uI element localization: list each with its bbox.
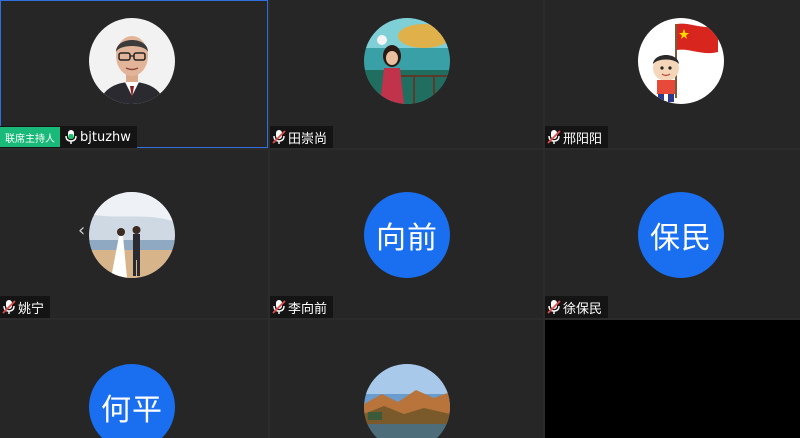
participant-name: 李向前 (288, 301, 328, 317)
woman-by-sea-photo (364, 18, 450, 104)
participant-avatar (364, 364, 450, 438)
participant-namebar: 联席主持人 bjtuzhw (0, 126, 137, 148)
participant-tile-xing[interactable]: 邢阳阳 (545, 0, 800, 148)
participant-avatar (89, 18, 175, 104)
mic-muted-icon (547, 130, 561, 144)
participant-tile-bjtuzhw[interactable]: 联席主持人 bjtuzhw (0, 0, 268, 148)
mic-active-icon (65, 130, 77, 144)
participant-namebar: 姚宁 (0, 296, 51, 318)
mic-muted-icon (272, 130, 286, 144)
participant-name: 邢阳阳 (563, 131, 603, 147)
empty-video-slot (545, 320, 800, 438)
participant-tile-landscape[interactable] (270, 320, 543, 438)
participant-tile-he[interactable]: 何平 (0, 320, 268, 438)
co-host-badge: 联席主持人 (0, 127, 60, 147)
participant-namebar: 田崇尚 (270, 126, 334, 148)
participant-namebar: 徐保民 (545, 296, 609, 318)
participant-avatar (364, 18, 450, 104)
autumn-landscape-photo (364, 364, 450, 438)
participant-name: bjtuzhw (80, 129, 131, 145)
participant-tile-tian[interactable]: 田崇尚 (270, 0, 543, 148)
man-glasses-photo (89, 18, 175, 104)
participant-name: 姚宁 (18, 301, 45, 317)
chevron-left-icon[interactable]: ‹ (78, 220, 85, 241)
participant-name: 徐保民 (563, 301, 603, 317)
participant-tile-li[interactable]: 向前 李向前 (270, 150, 543, 318)
participant-avatar-initials: 向前 (364, 192, 450, 278)
mic-muted-icon (272, 300, 286, 314)
participant-namebar: 邢阳阳 (545, 126, 609, 148)
participant-avatar (89, 192, 175, 278)
boy-with-flag-cartoon (638, 18, 724, 104)
participant-name: 田崇尚 (288, 131, 328, 147)
participant-tile-xu[interactable]: 保民 徐保民 (545, 150, 800, 318)
participant-avatar-initials: 保民 (638, 192, 724, 278)
wedding-beach-photo (89, 192, 175, 278)
participant-namebar: 李向前 (270, 296, 334, 318)
video-grid: 联席主持人 bjtuzhw 田崇尚 邢阳阳 ‹ 姚宁 向前 李向前 保民 徐保民… (0, 0, 800, 438)
participant-tile-yao[interactable]: ‹ 姚宁 (0, 150, 268, 318)
mic-muted-icon (547, 300, 561, 314)
participant-avatar-initials: 何平 (89, 364, 175, 438)
participant-avatar (638, 18, 724, 104)
mic-muted-icon (2, 300, 16, 314)
